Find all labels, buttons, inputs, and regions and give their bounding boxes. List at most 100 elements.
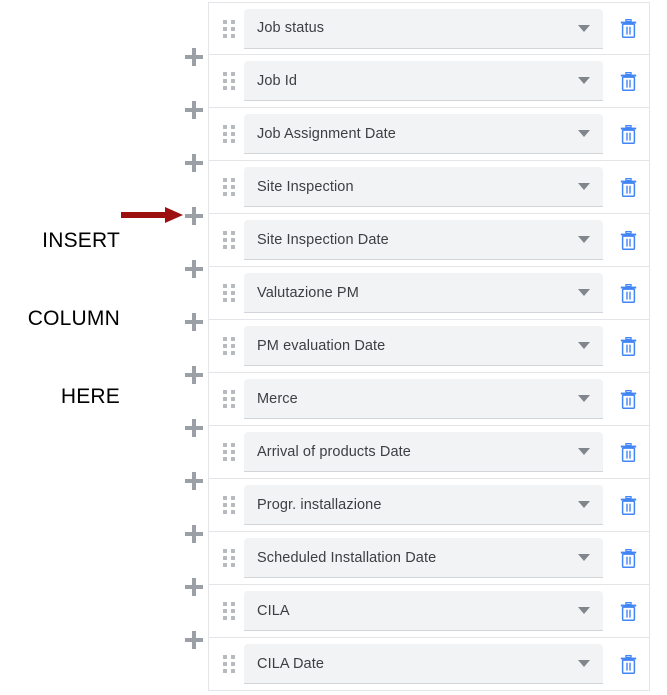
drag-handle-dot <box>223 609 227 613</box>
delete-column-button-11[interactable] <box>611 538 645 578</box>
trash-icon <box>620 389 636 409</box>
insert-column-button-12[interactable] <box>185 631 203 649</box>
drag-handle-dot <box>223 344 227 348</box>
insert-column-button-3[interactable] <box>185 154 203 172</box>
drag-handle-dot <box>231 125 235 129</box>
chevron-down-icon[interactable] <box>578 289 590 296</box>
column-select-1[interactable]: Job status <box>244 8 603 49</box>
column-select-label: Site Inspection <box>257 178 354 195</box>
chevron-down-icon[interactable] <box>578 660 590 667</box>
column-configuration-screen: INSERT COLUMN HERE Job status Job Id Job A… <box>0 0 667 695</box>
drag-handle-icon[interactable] <box>216 655 242 673</box>
drag-handle-dot <box>231 549 235 553</box>
drag-handle-icon[interactable] <box>216 72 242 90</box>
drag-handle-icon[interactable] <box>216 178 242 196</box>
trash-icon <box>620 177 636 197</box>
delete-column-button-12[interactable] <box>611 591 645 631</box>
insert-column-button-5[interactable] <box>185 260 203 278</box>
column-select-12[interactable]: CILA <box>244 591 603 631</box>
chevron-down-icon[interactable] <box>578 183 590 190</box>
delete-column-button-8[interactable] <box>611 379 645 419</box>
drag-handle-icon[interactable] <box>216 125 242 143</box>
delete-column-button-6[interactable] <box>611 273 645 313</box>
insert-column-button-6[interactable] <box>185 313 203 331</box>
insert-column-button-7[interactable] <box>185 366 203 384</box>
chevron-down-icon[interactable] <box>578 607 590 614</box>
chevron-down-icon[interactable] <box>578 77 590 84</box>
chevron-down-icon[interactable] <box>578 130 590 137</box>
drag-handle-icon[interactable] <box>216 284 242 302</box>
column-select-11[interactable]: Scheduled Installation Date <box>244 538 603 578</box>
chevron-down-icon[interactable] <box>578 342 590 349</box>
column-field-row: Site Inspection Date <box>208 214 650 267</box>
drag-handle-dot <box>231 132 235 136</box>
column-select-label: Merce <box>257 390 298 407</box>
drag-handle-icon[interactable] <box>216 19 242 38</box>
column-field-row: Job Assignment Date <box>208 108 650 161</box>
drag-handle-dot <box>231 291 235 295</box>
drag-handle-icon[interactable] <box>216 549 242 567</box>
insert-column-button-10[interactable] <box>185 525 203 543</box>
column-select-10[interactable]: Progr. installazione <box>244 485 603 525</box>
chevron-down-icon[interactable] <box>578 554 590 561</box>
chevron-down-icon[interactable] <box>578 24 590 32</box>
drag-handle-dot <box>223 86 227 90</box>
drag-handle-icon[interactable] <box>216 443 242 461</box>
column-select-6[interactable]: Valutazione PM <box>244 273 603 313</box>
trash-icon <box>620 654 636 674</box>
drag-handle-dot <box>223 510 227 514</box>
delete-column-button-1[interactable] <box>611 9 645 49</box>
chevron-down-icon[interactable] <box>578 236 590 243</box>
column-select-label: Job status <box>257 20 325 36</box>
column-select-4[interactable]: Site Inspection <box>244 167 603 207</box>
insert-column-button-8[interactable] <box>185 419 203 437</box>
insert-column-button-11[interactable] <box>185 578 203 596</box>
column-select-2[interactable]: Job Id <box>244 61 603 101</box>
delete-column-button-5[interactable] <box>611 220 645 260</box>
drag-handle-icon[interactable] <box>216 496 242 514</box>
drag-handle-icon[interactable] <box>216 337 242 355</box>
column-select-5[interactable]: Site Inspection Date <box>244 220 603 260</box>
insert-column-button-1[interactable] <box>185 48 203 66</box>
drag-handle-dot <box>223 669 227 673</box>
drag-handle-dot <box>231 404 235 408</box>
drag-handle-dot <box>231 397 235 401</box>
drag-handle-dot <box>231 185 235 189</box>
chevron-down-icon[interactable] <box>578 395 590 402</box>
drag-handle-icon[interactable] <box>216 231 242 249</box>
delete-column-button-3[interactable] <box>611 114 645 154</box>
delete-column-button-7[interactable] <box>611 326 645 366</box>
drag-handle-dot <box>231 602 235 606</box>
column-field-row: Progr. installazione <box>208 479 650 532</box>
column-select-7[interactable]: PM evaluation Date <box>244 326 603 366</box>
plus-icon-horizontal-bar <box>185 585 203 589</box>
drag-handle-dot <box>231 390 235 394</box>
trash-icon <box>620 71 636 91</box>
drag-handle-dot <box>231 33 235 38</box>
drag-handle-icon[interactable] <box>216 390 242 408</box>
delete-column-button-4[interactable] <box>611 167 645 207</box>
delete-column-button-9[interactable] <box>611 432 645 472</box>
drag-handle-icon[interactable] <box>216 602 242 620</box>
insert-column-button-4[interactable] <box>185 207 203 225</box>
delete-column-button-13[interactable] <box>611 644 645 684</box>
insert-column-button-2[interactable] <box>185 101 203 119</box>
delete-column-button-10[interactable] <box>611 485 645 525</box>
column-select-13[interactable]: CILA Date <box>244 644 603 684</box>
drag-handle-dot <box>231 284 235 288</box>
insert-column-button-9[interactable] <box>185 472 203 490</box>
chevron-down-icon[interactable] <box>578 448 590 455</box>
column-select-label: CILA <box>257 602 290 619</box>
drag-handle-dot <box>223 450 227 454</box>
plus-icon-horizontal-bar <box>185 55 203 59</box>
column-field-row: Job status <box>208 2 650 55</box>
drag-handle-dot <box>231 344 235 348</box>
plus-icon-horizontal-bar <box>185 161 203 165</box>
trash-icon <box>620 495 636 515</box>
column-select-8[interactable]: Merce <box>244 379 603 419</box>
column-select-3[interactable]: Job Assignment Date <box>244 114 603 154</box>
delete-column-button-2[interactable] <box>611 61 645 101</box>
column-select-9[interactable]: Arrival of products Date <box>244 432 603 472</box>
chevron-down-icon[interactable] <box>578 501 590 508</box>
drag-handle-dot <box>223 616 227 620</box>
